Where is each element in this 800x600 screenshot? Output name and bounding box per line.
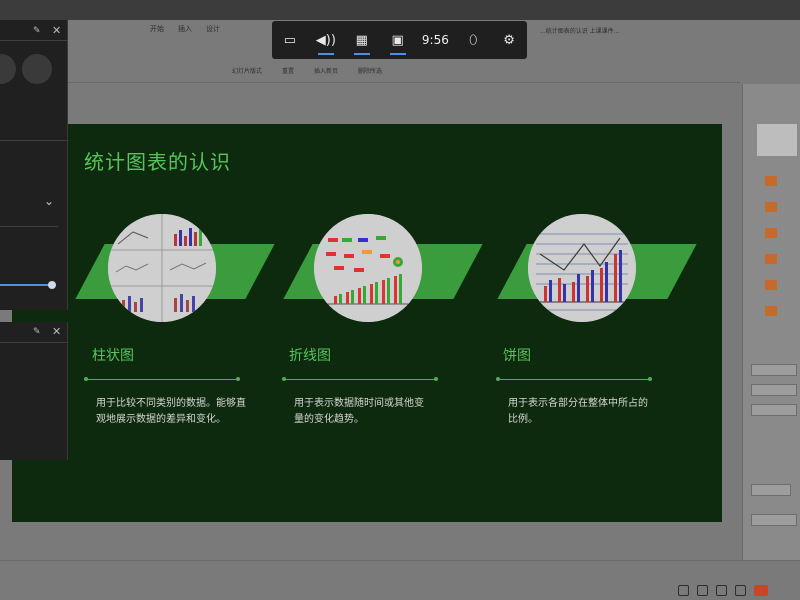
close-icon[interactable]: ✕: [52, 24, 61, 37]
panel-field-2[interactable]: [751, 384, 797, 396]
mouse-icon[interactable]: ⬯: [455, 21, 491, 59]
view-controls: [678, 585, 768, 596]
capture-icon[interactable]: ▦: [344, 21, 380, 59]
section-desc-bar: 用于比较不同类别的数据。能够直观地展示数据的差异和变化。: [96, 398, 246, 425]
section-divider-2: [282, 377, 438, 381]
ribbon-divider: [0, 82, 740, 83]
section-divider-1: [84, 377, 240, 381]
app-title-bar: [0, 0, 800, 20]
volume-icon[interactable]: ◀)): [308, 21, 344, 59]
section-desc-line: 用于表示数据随时间或其他变量的变化趋势。: [294, 398, 424, 425]
recording-control-panel: ✎ ✕ ⌄: [0, 20, 68, 310]
section-name-line: 折线图: [289, 348, 331, 364]
pin-icon-2[interactable]: ✎: [33, 327, 41, 337]
document-title: ...统计图表的认识 上课课件...: [540, 28, 620, 35]
reading-view-icon[interactable]: [716, 585, 727, 596]
line-chart-thumbnail: [314, 214, 422, 322]
volume-slider-fill[interactable]: [0, 284, 52, 286]
panel-divider-2: [0, 226, 58, 227]
floating-recording-toolbar: ▭ ◀)) ▦ ▣ 9:56 ⬯ ⚙: [272, 21, 527, 59]
panel-field-3[interactable]: [751, 404, 797, 416]
panel-header-line-2: [0, 342, 68, 343]
section-desc-pie: 用于表示各部分在整体中所占的比例。: [508, 398, 648, 425]
volume-slider-handle[interactable]: [48, 281, 56, 289]
pie-chart-thumbnail: [528, 214, 636, 322]
office-app-background: 开始 插入 设计 ...统计图表的认识 上课课件... 幻灯片版式 重置 插入新…: [0, 0, 800, 600]
ribbon-tabs: 开始 插入 设计: [150, 24, 220, 34]
normal-view-icon[interactable]: [678, 585, 689, 596]
bar-chart-thumbnail: [108, 214, 216, 322]
panel-field-1[interactable]: [751, 364, 797, 376]
reset-command[interactable]: 重置: [282, 66, 294, 75]
notes-view-icon[interactable]: [735, 585, 746, 596]
panel-field-5[interactable]: [751, 514, 797, 526]
layout-icon-5[interactable]: [765, 280, 777, 290]
display-icon[interactable]: ▣: [380, 21, 416, 59]
panel-round-button-2[interactable]: [22, 54, 52, 84]
layout-command[interactable]: 幻灯片版式: [232, 66, 262, 75]
section-divider-3: [496, 377, 652, 381]
ribbon-tab-home[interactable]: 开始: [150, 24, 164, 34]
chevron-down-icon[interactable]: ⌄: [44, 194, 54, 208]
panel-field-4[interactable]: [751, 484, 791, 496]
pin-icon[interactable]: ✎: [33, 26, 41, 36]
right-layout-panel: [742, 84, 800, 574]
panel-round-button-1[interactable]: [0, 54, 16, 84]
clock-time: 9:56: [421, 33, 449, 47]
sorter-view-icon[interactable]: [697, 585, 708, 596]
cast-icon[interactable]: ▭: [272, 21, 308, 59]
panel-divider-1: [0, 140, 68, 141]
ribbon-tab-design[interactable]: 设计: [206, 24, 220, 34]
ribbon-commands: 幻灯片版式 重置 插入新页 删除所选: [232, 66, 382, 75]
panel-header-line: [0, 40, 68, 41]
slide-title: 统计图表的认识: [84, 150, 231, 174]
section-name-pie: 饼图: [503, 348, 531, 364]
slideshow-play-icon[interactable]: [754, 585, 768, 596]
new-slide-command[interactable]: 插入新页: [314, 66, 338, 75]
settings-icon[interactable]: ⚙: [491, 21, 527, 59]
slide-canvas[interactable]: 统计图表的认识 柱状图 用于比较不同类别的数据。能够直观地展示数据的差异和变化。…: [12, 124, 722, 522]
layout-icon-1[interactable]: [765, 176, 777, 186]
delete-command[interactable]: 删除所选: [358, 66, 382, 75]
layout-icon-3[interactable]: [765, 228, 777, 238]
section-name-bar: 柱状图: [92, 348, 134, 364]
layout-icon-6[interactable]: [765, 306, 777, 316]
ribbon-tab-insert[interactable]: 插入: [178, 24, 192, 34]
close-icon-2[interactable]: ✕: [52, 325, 61, 338]
layout-thumb-selected[interactable]: [757, 124, 797, 156]
status-bar: [0, 560, 800, 600]
layout-icon-2[interactable]: [765, 202, 777, 212]
layout-icon-4[interactable]: [765, 254, 777, 264]
secondary-control-panel: ✎ ✕: [0, 322, 68, 460]
